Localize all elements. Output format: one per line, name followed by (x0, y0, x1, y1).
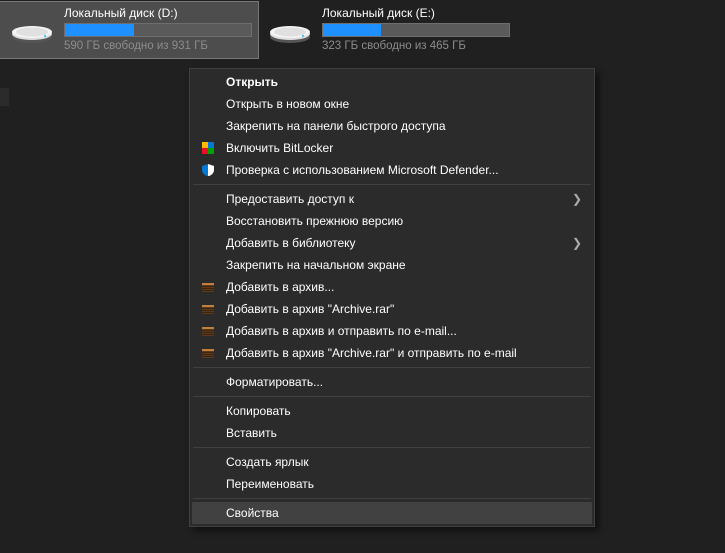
menu-add-archive-named-email[interactable]: Добавить в архив "Archive.rar" и отправи… (192, 342, 592, 364)
menu-add-archive-email[interactable]: Добавить в архив и отправить по e-mail..… (192, 320, 592, 342)
drive-free-text: 323 ГБ свободно из 465 ГБ (322, 40, 510, 52)
menu-separator (193, 184, 591, 185)
drive-usage-fill (323, 24, 381, 36)
context-menu: Открыть Открыть в новом окне Закрепить н… (189, 68, 595, 527)
menu-label: Добавить в библиотеку (226, 236, 356, 250)
winrar-icon (200, 301, 216, 317)
chevron-right-icon: ❯ (572, 236, 582, 250)
menu-label: Добавить в архив и отправить по e-mail..… (226, 324, 457, 338)
drive-label: Локальный диск (D:) (64, 6, 252, 20)
menu-pin-start[interactable]: Закрепить на начальном экране (192, 254, 592, 276)
menu-bitlocker[interactable]: Включить BitLocker (192, 137, 592, 159)
menu-format[interactable]: Форматировать... (192, 371, 592, 393)
menu-open[interactable]: Открыть (192, 71, 592, 93)
menu-label: Проверка с использованием Microsoft Defe… (226, 163, 499, 177)
menu-give-access[interactable]: Предоставить доступ к ❯ (192, 188, 592, 210)
drive-d[interactable]: Локальный диск (D:) 590 ГБ свободно из 9… (0, 2, 258, 58)
drive-info: Локальный диск (D:) 590 ГБ свободно из 9… (64, 6, 252, 52)
menu-label: Вставить (226, 426, 277, 440)
chevron-right-icon: ❯ (572, 192, 582, 206)
menu-copy[interactable]: Копировать (192, 400, 592, 422)
menu-label: Открыть в новом окне (226, 97, 349, 111)
menu-pin-quick-access[interactable]: Закрепить на панели быстрого доступа (192, 115, 592, 137)
menu-label: Предоставить доступ к (226, 192, 354, 206)
menu-label: Создать ярлык (226, 455, 309, 469)
drive-e[interactable]: Локальный диск (E:) 323 ГБ свободно из 4… (258, 2, 516, 58)
winrar-icon (200, 279, 216, 295)
menu-label: Закрепить на панели быстрого доступа (226, 119, 446, 133)
shield-icon (200, 162, 216, 178)
menu-separator (193, 498, 591, 499)
menu-restore-previous[interactable]: Восстановить прежнюю версию (192, 210, 592, 232)
menu-properties[interactable]: Свойства (192, 502, 592, 524)
menu-defender-scan[interactable]: Проверка с использованием Microsoft Defe… (192, 159, 592, 181)
hard-drive-icon (268, 13, 312, 45)
menu-add-library[interactable]: Добавить в библиотеку ❯ (192, 232, 592, 254)
drive-usage-bar (322, 23, 510, 37)
bitlocker-icon (200, 140, 216, 156)
menu-label: Добавить в архив "Archive.rar" и отправи… (226, 346, 517, 360)
drive-usage-fill (65, 24, 134, 36)
drive-info: Локальный диск (E:) 323 ГБ свободно из 4… (322, 6, 510, 52)
menu-label: Открыть (226, 75, 278, 89)
drive-free-text: 590 ГБ свободно из 931 ГБ (64, 40, 252, 52)
menu-open-new-window[interactable]: Открыть в новом окне (192, 93, 592, 115)
menu-label: Переименовать (226, 477, 314, 491)
menu-separator (193, 396, 591, 397)
menu-label: Форматировать... (226, 375, 323, 389)
menu-create-shortcut[interactable]: Создать ярлык (192, 451, 592, 473)
menu-label: Свойства (226, 506, 279, 520)
menu-label: Копировать (226, 404, 291, 418)
menu-separator (193, 367, 591, 368)
drives-row: Локальный диск (D:) 590 ГБ свободно из 9… (0, 0, 725, 58)
menu-label: Закрепить на начальном экране (226, 258, 406, 272)
winrar-icon (200, 345, 216, 361)
drive-label: Локальный диск (E:) (322, 6, 510, 20)
menu-label: Добавить в архив "Archive.rar" (226, 302, 394, 316)
sidebar-edge (0, 88, 9, 106)
menu-label: Добавить в архив... (226, 280, 334, 294)
menu-paste[interactable]: Вставить (192, 422, 592, 444)
menu-separator (193, 447, 591, 448)
menu-label: Включить BitLocker (226, 141, 333, 155)
menu-add-archive[interactable]: Добавить в архив... (192, 276, 592, 298)
winrar-icon (200, 323, 216, 339)
menu-add-archive-named[interactable]: Добавить в архив "Archive.rar" (192, 298, 592, 320)
drive-usage-bar (64, 23, 252, 37)
hard-drive-icon (10, 13, 54, 45)
menu-label: Восстановить прежнюю версию (226, 214, 403, 228)
menu-rename[interactable]: Переименовать (192, 473, 592, 495)
